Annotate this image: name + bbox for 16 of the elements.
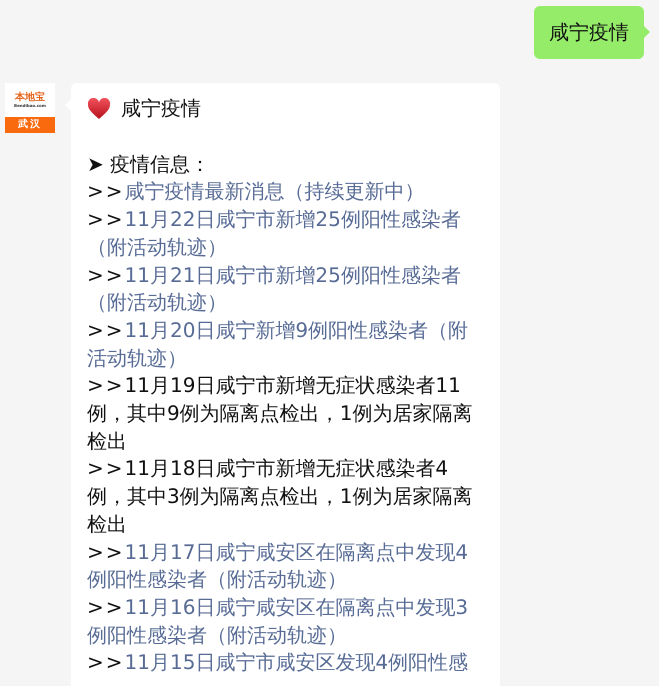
news-link[interactable]: >>11月15日咸宁市咸安区发现4例阳性感	[87, 649, 484, 678]
section-heading: ➤ 疫情信息：	[87, 150, 212, 178]
news-link[interactable]: >>咸宁疫情最新消息（持续更新中）	[87, 178, 484, 206]
news-link[interactable]: >>11月16日咸宁咸安区在隔离点中发现3例阳性感染者（附活动轨迹）	[87, 594, 484, 650]
city-label: 武汉	[5, 117, 55, 133]
heart-icon	[87, 98, 111, 120]
news-link[interactable]: >>11月17日咸宁咸安区在隔离点中发现4例阳性感染者（附活动轨迹）	[87, 538, 484, 594]
news-item: >>11月18日咸宁市新增无症状感染者4例，其中3例为隔离点检出，1例为居家隔离检出	[87, 455, 474, 538]
news-item: >>11月19日咸宁市新增无症状感染者11例，其中9例为隔离点检出，1例为居家隔离检出	[87, 372, 474, 455]
sent-message: 咸宁疫情	[534, 6, 644, 59]
logo-text: 本地宝	[15, 92, 45, 103]
bubble-tail	[644, 26, 650, 38]
news-link[interactable]: >>11月22日咸宁市新增25例阳性感染者（附活动轨迹）	[87, 206, 484, 262]
news-link[interactable]: >>11月21日咸宁市新增25例阳性感染者（附活动轨迹）	[87, 262, 484, 317]
reply-title: 咸宁疫情	[121, 95, 201, 122]
news-link[interactable]: >>11月20日咸宁新增9例阳性感染者（附活动轨迹）	[87, 316, 484, 372]
